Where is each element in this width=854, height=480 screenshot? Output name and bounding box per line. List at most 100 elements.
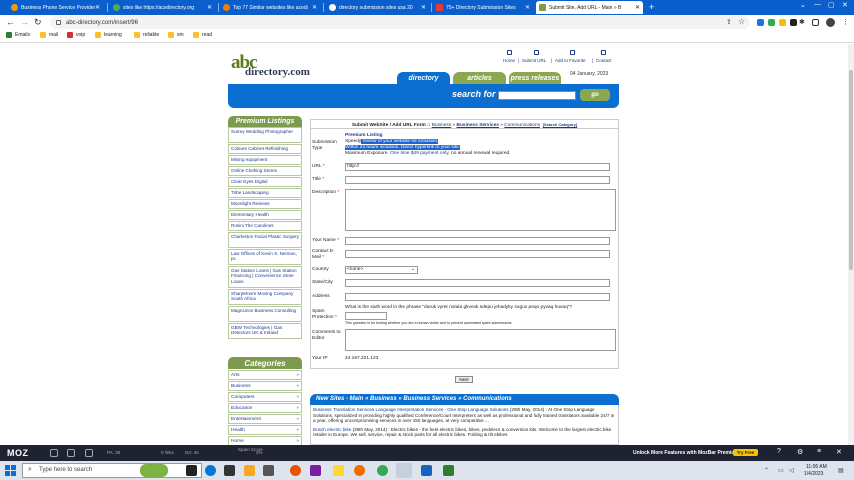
extension-icon[interactable]: [768, 19, 775, 26]
share-icon[interactable]: ⇪: [726, 18, 732, 28]
title-input[interactable]: [345, 176, 610, 184]
close-window-icon[interactable]: ✕: [842, 1, 848, 9]
chrome-active-icon[interactable]: [396, 463, 412, 478]
search-category-link[interactable]: [Search Category]: [543, 122, 577, 127]
add-to-favorite-link[interactable]: Add to Favorite: [555, 58, 586, 63]
new-site-link[interactable]: Bosch electric bike: [313, 427, 351, 432]
bookmark-mail[interactable]: mail: [40, 32, 58, 38]
site-logo-subtitle[interactable]: directory.com: [245, 66, 310, 78]
browser-tab[interactable]: Top 77 Similar websites like acedi ✕: [220, 1, 320, 14]
star-icon[interactable]: ☆: [738, 17, 745, 27]
bookmark-learning[interactable]: learning: [95, 32, 122, 38]
contact-link[interactable]: Contact: [596, 58, 612, 63]
clock-time[interactable]: 11:06 AM: [806, 464, 827, 470]
browser-tab[interactable]: 75+ Directory Submission Sites ✕: [433, 1, 533, 14]
maximize-icon[interactable]: ▢: [828, 1, 835, 9]
browser-tab[interactable]: Business Phone Service Provider ✕: [8, 1, 103, 14]
category-item[interactable]: Business»: [228, 381, 302, 391]
next-button[interactable]: Next: [455, 376, 473, 383]
app-icon[interactable]: [310, 465, 321, 476]
edge-icon[interactable]: [205, 465, 216, 476]
category-item[interactable]: Home»: [228, 436, 302, 445]
country-select[interactable]: <none> ⌄: [345, 266, 418, 274]
scrollbar-thumb[interactable]: [849, 70, 853, 270]
category-item[interactable]: Computers»: [228, 392, 302, 402]
close-tab-icon[interactable]: ✕: [635, 4, 640, 11]
tab-directory[interactable]: directory: [397, 72, 450, 84]
url-input[interactable]: http://: [345, 163, 610, 171]
spam-answer-input[interactable]: [345, 312, 387, 320]
contact-email-input[interactable]: [345, 250, 610, 258]
close-tab-icon[interactable]: ✕: [525, 4, 530, 11]
premium-listing-item[interactable]: Surrey Wedding Photographer: [228, 127, 302, 143]
premium-listing-item[interactable]: Online Clothing Stores: [228, 166, 302, 176]
browser-tab-active[interactable]: Submit Site, Add URL - Main » B ✕: [536, 1, 643, 14]
premium-listing-item[interactable]: GBW Technologies | Gas Detectors UK & Ir…: [228, 323, 302, 339]
bookmark-reliable[interactable]: reliable: [134, 32, 159, 38]
close-icon[interactable]: ✕: [836, 448, 842, 456]
extension-icon[interactable]: [790, 19, 797, 26]
address-input[interactable]: [345, 293, 610, 301]
premium-listing-item[interactable]: SharpMoore Moving Company South Africa: [228, 289, 302, 305]
moz-logo[interactable]: MOZ: [7, 448, 29, 458]
bookmark-voip[interactable]: voip: [67, 32, 85, 38]
your-name-input[interactable]: [345, 237, 610, 245]
bookmark-emails[interactable]: Emails: [6, 32, 30, 38]
go-button[interactable]: go: [580, 89, 610, 101]
tab-press-releases[interactable]: press releases: [509, 72, 561, 84]
premium-listing-item[interactable]: Charleston Facial Plastic Surgery: [228, 232, 302, 248]
chrome-icon[interactable]: [377, 465, 388, 476]
excel-icon[interactable]: [443, 465, 454, 476]
extension-icon[interactable]: [757, 19, 764, 26]
sidebar-icon[interactable]: [812, 19, 819, 26]
help-icon[interactable]: ?: [777, 448, 781, 455]
premium-listing-item[interactable]: Clear Eyes Digital: [228, 177, 302, 187]
premium-listing-item[interactable]: Gas Station Loans | Gas Station Financin…: [228, 266, 302, 288]
windows-start-icon[interactable]: [5, 465, 16, 476]
new-tab-button[interactable]: +: [646, 0, 657, 13]
breadcrumb-business-services[interactable]: Business Services: [457, 123, 499, 128]
premium-listing-item[interactable]: Mining equipment: [228, 155, 302, 165]
gear-icon[interactable]: ⚙: [797, 448, 803, 456]
premium-listing-item[interactable]: Rosini The Carolines: [228, 221, 302, 231]
close-tab-icon[interactable]: ✕: [421, 4, 426, 11]
breadcrumb-business[interactable]: Business: [432, 123, 451, 128]
premium-listing-item[interactable]: Moonlight Reviews: [228, 199, 302, 209]
app-icon[interactable]: [333, 465, 344, 476]
bookmark-sm[interactable]: sm: [168, 32, 184, 38]
network-icon[interactable]: ▭: [778, 467, 784, 474]
premium-listing-item[interactable]: Law Offices of Kevin S. Neiman, pc: [228, 249, 302, 265]
app-icon[interactable]: [224, 465, 235, 476]
app-icon[interactable]: [263, 465, 274, 476]
minimize-icon[interactable]: —: [814, 1, 821, 8]
category-item[interactable]: Arts»: [228, 370, 302, 380]
reload-icon[interactable]: ↻: [34, 17, 42, 27]
forward-icon[interactable]: →: [20, 17, 29, 27]
edit-icon[interactable]: [85, 449, 93, 457]
close-tab-icon[interactable]: ✕: [312, 4, 317, 11]
category-item[interactable]: Entertainment»: [228, 414, 302, 424]
search-input[interactable]: [498, 91, 576, 100]
breadcrumb-communications[interactable]: Communications: [504, 123, 540, 128]
chevron-up-icon[interactable]: ⌃: [764, 467, 769, 474]
home-link[interactable]: Home: [503, 58, 515, 63]
notifications-icon[interactable]: ▤: [838, 467, 844, 474]
firefox-icon[interactable]: [290, 465, 301, 476]
browser-tab[interactable]: sites like https://acedirectory.org ✕: [110, 1, 215, 14]
menu-icon[interactable]: ≡: [817, 448, 821, 455]
browser-tab[interactable]: directory submission sites usa 20 ✕: [326, 1, 429, 14]
weather-icon[interactable]: [140, 464, 168, 477]
close-tab-icon[interactable]: ✕: [95, 4, 100, 11]
close-tab-icon[interactable]: ✕: [207, 4, 212, 11]
highlight-icon[interactable]: [67, 449, 75, 457]
premium-listing-item[interactable]: Elementary Health: [228, 210, 302, 220]
task-view-icon[interactable]: [186, 465, 197, 476]
back-icon[interactable]: ←: [6, 17, 15, 27]
tab-articles[interactable]: articles: [453, 72, 506, 84]
app-icon[interactable]: [354, 465, 365, 476]
address-bar[interactable]: abc-directory.com/insert/96: [50, 16, 750, 29]
word-icon[interactable]: [421, 465, 432, 476]
comments-textarea[interactable]: [345, 329, 616, 351]
puzzle-icon[interactable]: ✱: [799, 18, 805, 28]
category-item[interactable]: Education»: [228, 403, 302, 413]
